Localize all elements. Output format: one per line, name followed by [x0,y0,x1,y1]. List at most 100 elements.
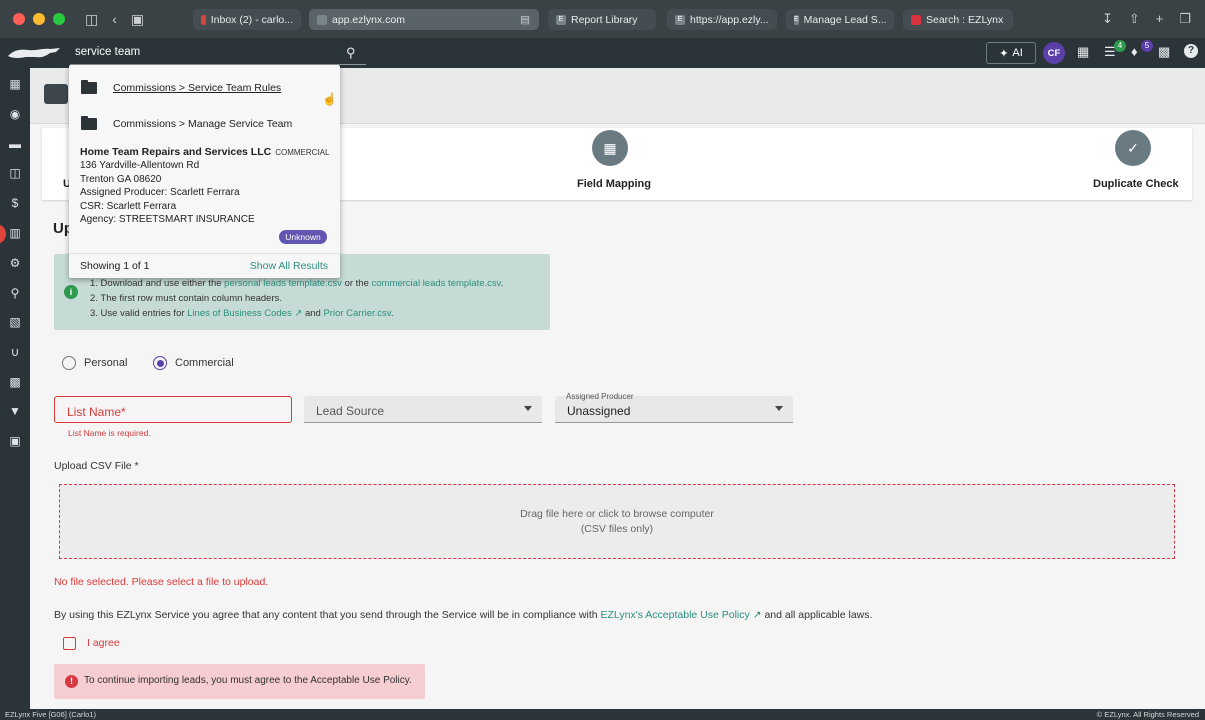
key-icon[interactable]: ⚲ [7,285,23,301]
radio-button[interactable] [153,356,167,370]
download-icon[interactable]: ↧ [1102,11,1113,27]
e-icon: E [794,14,799,25]
field-label: List Name* [67,405,126,419]
ezlynx-icon [317,14,327,25]
external-link-icon[interactable]: ↗ [294,308,302,319]
ai-button[interactable]: ✦ AI [986,42,1036,64]
new-tab-icon[interactable]: + [1156,11,1164,27]
info-text: 3. Use valid entries for [90,308,185,319]
tab-report-library[interactable]: E Report Library [548,9,656,30]
ezlynx-icon [911,14,921,25]
result-company[interactable]: Home Team Repairs and Services LLC COMMER… [80,146,329,226]
folder-icon [81,116,97,130]
search-icon[interactable]: ⚲ [346,45,356,61]
dropdown-footer: Showing 1 of 1 Show All Results [69,253,340,278]
sidebar-toggle-icon[interactable]: ◫ [85,11,98,28]
e-icon: E [556,14,566,25]
lob-codes-link[interactable]: Lines of Business Codes [187,308,292,319]
dashboard-icon[interactable]: ▦ [7,76,23,92]
minimize-window-button[interactable] [33,13,45,25]
back-icon[interactable]: ‹ [112,11,117,27]
result-service-team-rules[interactable]: Commissions > Service Team Rules ☝ [69,72,340,106]
lead-source-select[interactable]: Lead Source [304,396,542,423]
tab-grid-icon[interactable]: ❐ [1179,11,1191,27]
tab-manage-lead[interactable]: E Manage Lead S... [786,9,894,30]
info-text: 1. Download and use either the [90,278,222,289]
tab-app-ezly[interactable]: E https://app.ezly... [667,9,777,30]
personal-template-link[interactable]: personal leads template.csv [224,278,342,289]
global-search-input[interactable]: service team [75,46,140,58]
add-document-icon[interactable]: ▦ [1077,44,1089,60]
results-count: Showing 1 of 1 [80,260,150,272]
status-badge: Unknown [279,230,327,244]
folder-icon [81,80,97,94]
reports-icon[interactable]: ▥ [7,225,23,241]
agree-checkbox[interactable] [63,637,76,650]
search-results-dropdown: Commissions > Service Team Rules ☝ Commi… [69,65,340,278]
magnet-icon[interactable]: ∪ [7,344,23,360]
folder-icon[interactable]: ▬ [7,136,23,152]
help-icon[interactable]: ? [1184,44,1198,58]
zoom-window-button[interactable] [53,13,65,25]
shield-check-icon[interactable]: ✓ [1115,130,1151,166]
info-text: or the [344,278,369,289]
agree-label[interactable]: I agree [87,637,120,649]
caret-down-icon [524,406,532,411]
org-chart-icon[interactable]: ◫ [7,165,23,181]
acceptable-use-link[interactable]: EZLynx's Acceptable Use Policy [601,609,750,621]
field-value: Unassigned [567,404,631,418]
window-controls [13,13,65,25]
result-label: Commissions > Service Team Rules [113,82,282,94]
alert-tab[interactable] [0,224,6,244]
show-all-results-link[interactable]: Show All Results [250,260,328,272]
contacts-icon[interactable]: ◉ [7,106,23,122]
tab-overview-icon[interactable]: ▣ [131,11,144,28]
file-dropzone[interactable]: Drag file here or click to browse comput… [59,484,1175,559]
commercial-template-link[interactable]: commercial leads template.csv [372,278,501,289]
company-name: Home Team Repairs and Services LLC [80,146,272,158]
result-manage-service-team[interactable]: Commissions > Manage Service Team [69,108,340,140]
status-right: © EZLynx. All Rights Reserved [1096,710,1199,719]
tab-label: Manage Lead S... [803,13,887,26]
company-producer: Assigned Producer: Scarlett Ferrara [80,187,240,199]
billing-icon[interactable]: $ [7,195,23,211]
info-text: . [390,308,394,319]
error-icon: ! [65,675,78,688]
tab-label: Search : EZLynx [926,13,1004,26]
error-banner-text: To continue importing leads, you must ag… [84,675,412,686]
tab-app-ezlynx[interactable]: app.ezlynx.com ▤ [309,9,539,30]
radio-commercial[interactable]: Commercial [153,356,234,370]
plug-icon[interactable]: ▼ [7,403,23,419]
apps-icon[interactable]: ▩ [1158,44,1170,60]
tab-label: https://app.ezly... [690,13,769,26]
info-text: . [500,278,504,289]
dropzone-text: Drag file here or click to browse comput… [520,508,714,520]
e-icon: E [675,14,685,25]
radio-label: Commercial [175,357,234,369]
external-link-icon[interactable]: ↗ [753,609,762,621]
error-banner: ! To continue importing leads, you must … [54,664,425,699]
tab-label: Report Library [571,13,638,26]
settings-icon[interactable]: ⚙ [7,255,23,271]
reader-icon[interactable]: ▤ [520,14,530,26]
ezlynx-logo[interactable] [6,44,62,62]
pointer-cursor-icon: ☝ [322,92,337,106]
close-window-button[interactable] [13,13,25,25]
app-header: service team ⚲ ✦ AI CF ▦ ☰ 4 ♦ 5 ▩ ? [0,38,1205,68]
share-icon[interactable]: ⇧ [1129,11,1140,27]
tab-inbox[interactable]: Inbox (2) - carlo... [193,9,301,30]
left-nav-rail: ▦ ◉ ▬ ◫ $ ▥ ⚙ ⚲ ▧ ∪ ▩ ▼ ▣ [0,68,30,709]
result-label: Commissions > Manage Service Team [113,118,293,130]
radio-button[interactable] [62,356,76,370]
list-name-input[interactable]: List Name* [54,396,292,423]
bell-icon[interactable]: ♦ [1131,44,1138,59]
company-agency: Agency: STREETSMART INSURANCE [80,214,255,226]
book-icon[interactable]: ▧ [7,314,23,330]
briefcase-icon[interactable]: ▩ [7,374,23,390]
radio-personal[interactable]: Personal [62,356,127,370]
prior-carrier-link[interactable]: Prior Carrier.csv [323,308,390,319]
toolbox-icon[interactable]: ▣ [7,433,23,449]
map-icon[interactable]: ▦ [592,130,628,166]
tab-search-ezlynx[interactable]: Search : EZLynx [903,9,1013,30]
avatar[interactable]: CF [1043,42,1065,64]
